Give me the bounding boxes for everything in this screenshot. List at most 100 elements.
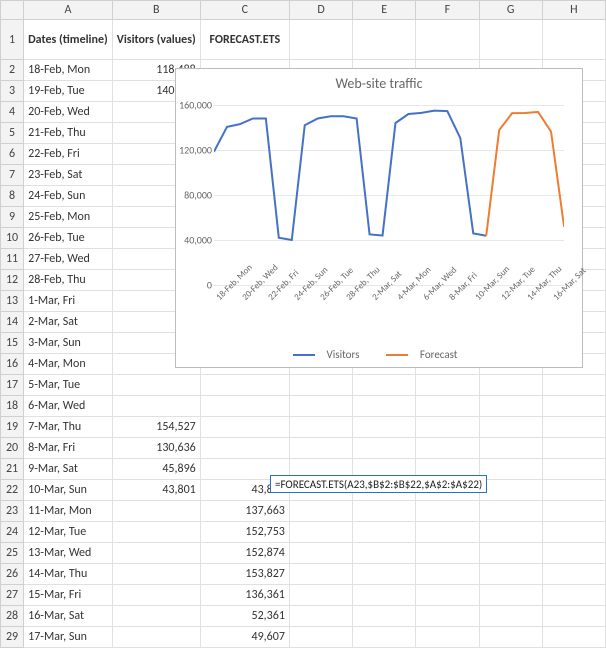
- row-header-23[interactable]: 23: [1, 501, 24, 522]
- cell-H25[interactable]: [542, 543, 605, 564]
- table-row[interactable]: 17 5-Mar, Tue: [1, 375, 606, 396]
- cell-C25[interactable]: 152,874: [200, 543, 289, 564]
- cell-F29[interactable]: [416, 627, 479, 648]
- cell-D28[interactable]: [289, 606, 352, 627]
- col-header-A[interactable]: A: [24, 1, 113, 20]
- cell-E29[interactable]: [353, 627, 416, 648]
- cell-A24[interactable]: 12-Mar, Tue: [24, 522, 113, 543]
- chart-object[interactable]: Web-site traffic 040,00080,000120,000160…: [175, 68, 583, 368]
- cell-C23[interactable]: 137,663: [200, 501, 289, 522]
- col-header-C[interactable]: C: [200, 1, 289, 20]
- cell-A20[interactable]: 8-Mar, Fri: [24, 438, 113, 459]
- cell-E24[interactable]: [353, 522, 416, 543]
- row-header-8[interactable]: 8: [1, 186, 24, 207]
- cell-H22[interactable]: [542, 480, 605, 501]
- cell-A2[interactable]: 18-Feb, Mon: [24, 60, 113, 81]
- row-header-17[interactable]: 17: [1, 375, 24, 396]
- cell-H26[interactable]: [542, 564, 605, 585]
- row-header-2[interactable]: 2: [1, 60, 24, 81]
- cell-G17[interactable]: [479, 375, 542, 396]
- row-header-5[interactable]: 5: [1, 123, 24, 144]
- cell-A26[interactable]: 14-Mar, Thu: [24, 564, 113, 585]
- row-header-22[interactable]: 22: [1, 480, 24, 501]
- cell-G18[interactable]: [479, 396, 542, 417]
- cell-G21[interactable]: [479, 459, 542, 480]
- cell-A3[interactable]: 19-Feb, Tue: [24, 81, 113, 102]
- cell-B19[interactable]: 154,527: [112, 417, 200, 438]
- cell-A29[interactable]: 17-Mar, Sun: [24, 627, 113, 648]
- row-header-28[interactable]: 28: [1, 606, 24, 627]
- cell-G27[interactable]: [479, 585, 542, 606]
- cell-H24[interactable]: [542, 522, 605, 543]
- cell-B24[interactable]: [112, 522, 200, 543]
- cell-H17[interactable]: [542, 375, 605, 396]
- select-all-corner[interactable]: [1, 1, 24, 20]
- cell-F1[interactable]: [416, 20, 479, 60]
- cell-B23[interactable]: [112, 501, 200, 522]
- cell-C18[interactable]: [200, 396, 289, 417]
- cell-A21[interactable]: 9-Mar, Sat: [24, 459, 113, 480]
- row-header-15[interactable]: 15: [1, 333, 24, 354]
- cell-A22[interactable]: 10-Mar, Sun: [24, 480, 113, 501]
- cell-E25[interactable]: [353, 543, 416, 564]
- row-header-1[interactable]: 1: [1, 20, 24, 60]
- table-row[interactable]: 25 13-Mar, Wed 152,874: [1, 543, 606, 564]
- cell-D18[interactable]: [289, 396, 352, 417]
- cell-A14[interactable]: 2-Mar, Sat: [24, 312, 113, 333]
- cell-A5[interactable]: 21-Feb, Thu: [24, 123, 113, 144]
- table-row[interactable]: 24 12-Mar, Tue 152,753: [1, 522, 606, 543]
- row-header-11[interactable]: 11: [1, 249, 24, 270]
- col-header-G[interactable]: G: [479, 1, 542, 20]
- col-header-E[interactable]: E: [353, 1, 416, 20]
- cell-D23[interactable]: [289, 501, 352, 522]
- cell-C17[interactable]: [200, 375, 289, 396]
- cell-C20[interactable]: [200, 438, 289, 459]
- cell-A13[interactable]: 1-Mar, Fri: [24, 291, 113, 312]
- col-header-F[interactable]: F: [416, 1, 479, 20]
- table-row[interactable]: 27 15-Mar, Fri 136,361: [1, 585, 606, 606]
- cell-H29[interactable]: [542, 627, 605, 648]
- cell-C27[interactable]: 136,361: [200, 585, 289, 606]
- cell-A17[interactable]: 5-Mar, Tue: [24, 375, 113, 396]
- cell-F17[interactable]: [416, 375, 479, 396]
- cell-F20[interactable]: [416, 438, 479, 459]
- cell-B25[interactable]: [112, 543, 200, 564]
- cell-B26[interactable]: [112, 564, 200, 585]
- cell-H21[interactable]: [542, 459, 605, 480]
- cell-E27[interactable]: [353, 585, 416, 606]
- row-header-27[interactable]: 27: [1, 585, 24, 606]
- cell-G25[interactable]: [479, 543, 542, 564]
- cell-E18[interactable]: [353, 396, 416, 417]
- cell-A12[interactable]: 28-Feb, Thu: [24, 270, 113, 291]
- cell-D19[interactable]: [289, 417, 352, 438]
- cell-F18[interactable]: [416, 396, 479, 417]
- cell-C26[interactable]: 153,827: [200, 564, 289, 585]
- cell-E1[interactable]: [353, 20, 416, 60]
- cell-E17[interactable]: [353, 375, 416, 396]
- row-header-10[interactable]: 10: [1, 228, 24, 249]
- cell-C24[interactable]: 152,753: [200, 522, 289, 543]
- cell-D25[interactable]: [289, 543, 352, 564]
- row-header-21[interactable]: 21: [1, 459, 24, 480]
- cell-B21[interactable]: 45,896: [112, 459, 200, 480]
- cell-H23[interactable]: [542, 501, 605, 522]
- cell-H19[interactable]: [542, 417, 605, 438]
- row-header-18[interactable]: 18: [1, 396, 24, 417]
- cell-A15[interactable]: 3-Mar, Sun: [24, 333, 113, 354]
- table-row[interactable]: 29 17-Mar, Sun 49,607: [1, 627, 606, 648]
- row-header-24[interactable]: 24: [1, 522, 24, 543]
- cell-C29[interactable]: 49,607: [200, 627, 289, 648]
- cell-E19[interactable]: [353, 417, 416, 438]
- col-header-H[interactable]: H: [542, 1, 605, 20]
- cell-F19[interactable]: [416, 417, 479, 438]
- cell-F27[interactable]: [416, 585, 479, 606]
- table-row[interactable]: 23 11-Mar, Mon 137,663: [1, 501, 606, 522]
- cell-E23[interactable]: [353, 501, 416, 522]
- cell-A28[interactable]: 16-Mar, Sat: [24, 606, 113, 627]
- cell-E28[interactable]: [353, 606, 416, 627]
- cell-B28[interactable]: [112, 606, 200, 627]
- row-header-26[interactable]: 26: [1, 564, 24, 585]
- cell-D24[interactable]: [289, 522, 352, 543]
- cell-D1[interactable]: [289, 20, 352, 60]
- cell-A4[interactable]: 20-Feb, Wed: [24, 102, 113, 123]
